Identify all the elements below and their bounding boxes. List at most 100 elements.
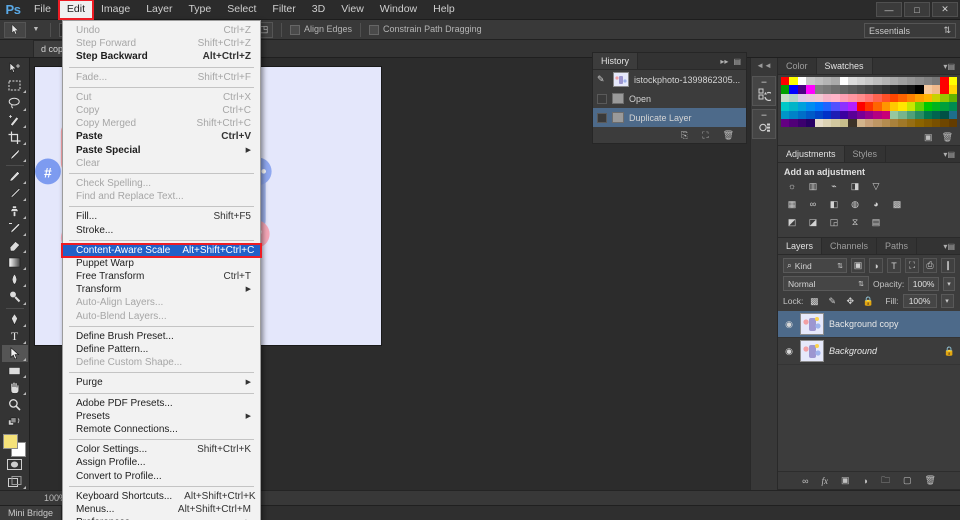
- menu-item-free-transform[interactable]: Free Transform Ctrl+T: [63, 270, 260, 283]
- adjustment-layers-filter-icon[interactable]: ◑: [869, 258, 883, 274]
- swatch[interactable]: [932, 118, 941, 128]
- swatch[interactable]: [814, 93, 823, 103]
- tab-styles[interactable]: Styles: [845, 146, 887, 163]
- swatch[interactable]: [923, 118, 933, 128]
- rectangle-shape-tool[interactable]: [2, 362, 28, 379]
- menu-help[interactable]: Help: [425, 0, 463, 19]
- menu-view[interactable]: View: [333, 0, 372, 19]
- swatch[interactable]: [864, 93, 874, 103]
- lock-position-icon[interactable]: ✥: [843, 295, 857, 308]
- swatch[interactable]: [906, 110, 916, 119]
- swatch[interactable]: [881, 102, 891, 111]
- history-entry[interactable]: Duplicate Layer: [593, 108, 746, 127]
- swatch[interactable]: [932, 85, 941, 94]
- swatch[interactable]: [789, 77, 798, 86]
- tab-paths[interactable]: Paths: [877, 238, 918, 255]
- swatch[interactable]: [831, 102, 840, 111]
- color-balance-icon[interactable]: ∞: [805, 197, 821, 211]
- history-icon[interactable]: [754, 85, 774, 103]
- swatch[interactable]: [932, 110, 941, 119]
- lasso-tool[interactable]: [2, 94, 28, 111]
- dodge-tool[interactable]: [2, 288, 28, 305]
- crop-tool[interactable]: [2, 129, 28, 146]
- new-layer-icon[interactable]: ▢: [903, 475, 912, 486]
- shape-layers-filter-icon[interactable]: ⛶: [905, 258, 919, 274]
- swatch[interactable]: [814, 102, 823, 111]
- fill-value[interactable]: 100%: [902, 294, 937, 309]
- menu-item-step-backward[interactable]: Step Backward Alt+Ctrl+Z: [63, 50, 260, 63]
- swatch[interactable]: [906, 77, 916, 86]
- swatch[interactable]: [797, 77, 807, 86]
- swatch[interactable]: [898, 93, 907, 103]
- swatch[interactable]: [831, 77, 840, 86]
- selective-color-icon[interactable]: ⧖: [847, 215, 863, 229]
- swatch[interactable]: [864, 77, 874, 86]
- new-group-icon[interactable]: 🗀: [881, 473, 890, 489]
- swatch[interactable]: [932, 77, 941, 86]
- menu-item-adobe-pdf-presets[interactable]: Adobe PDF Presets...: [63, 397, 260, 410]
- tab-color[interactable]: Color: [778, 58, 817, 74]
- menu-file[interactable]: File: [26, 0, 59, 19]
- hue-saturation-icon[interactable]: ▦: [784, 197, 800, 211]
- brush-tool[interactable]: [2, 185, 28, 202]
- curves-icon[interactable]: ⌁: [826, 179, 842, 193]
- tab-history[interactable]: History: [593, 53, 639, 69]
- swatch[interactable]: [898, 77, 907, 86]
- swatch[interactable]: [781, 77, 790, 86]
- swatch[interactable]: [797, 118, 807, 128]
- new-fill-adjustment-icon[interactable]: ◑: [863, 476, 868, 486]
- pixel-layers-filter-icon[interactable]: ▣: [851, 258, 865, 274]
- layer-style-icon[interactable]: fx: [822, 476, 829, 486]
- link-layers-icon[interactable]: ∞: [802, 476, 808, 486]
- swatch[interactable]: [873, 110, 882, 119]
- panel-menu-icon[interactable]: ▾▤: [943, 150, 955, 159]
- rectangular-marquee-tool[interactable]: [2, 77, 28, 94]
- menu-image[interactable]: Image: [93, 0, 138, 19]
- path-selection-tool[interactable]: [1, 344, 28, 362]
- history-brush-toggle[interactable]: [597, 112, 607, 123]
- swatch[interactable]: [898, 102, 907, 111]
- swatch[interactable]: [839, 118, 849, 128]
- history-entry[interactable]: ✎ istockphoto-1399862305...: [593, 70, 746, 89]
- menu-3d[interactable]: 3D: [304, 0, 333, 19]
- task-tab-mini-bridge[interactable]: Mini Bridge: [0, 506, 63, 520]
- swatch[interactable]: [822, 118, 832, 128]
- brightness-contrast-icon[interactable]: ☼: [784, 179, 800, 193]
- menu-item-puppet-warp[interactable]: Puppet Warp: [63, 257, 260, 270]
- invert-icon[interactable]: ◩: [784, 215, 800, 229]
- tool-preset-chevron-icon[interactable]: ▼: [30, 22, 42, 38]
- smart-object-filter-icon[interactable]: ⎙: [923, 258, 937, 274]
- delete-swatch-icon[interactable]: 🗑: [942, 132, 953, 143]
- lock-image-pixels-icon[interactable]: ✎: [825, 295, 839, 308]
- gradient-tool[interactable]: [2, 254, 28, 271]
- swatch[interactable]: [890, 110, 899, 119]
- swatch[interactable]: [940, 110, 949, 119]
- minimize-button[interactable]: —: [876, 2, 902, 17]
- swatch[interactable]: [906, 118, 916, 128]
- delete-icon[interactable]: 🗑: [723, 130, 734, 141]
- swatch[interactable]: [864, 118, 874, 128]
- swatch[interactable]: [789, 118, 798, 128]
- swatch[interactable]: [822, 110, 832, 119]
- gradient-map-icon[interactable]: ▤: [868, 215, 884, 229]
- swatch[interactable]: [822, 102, 832, 111]
- swatch[interactable]: [806, 85, 815, 94]
- swatch[interactable]: [856, 85, 865, 94]
- swatch[interactable]: [781, 102, 790, 111]
- swatch[interactable]: [932, 102, 941, 111]
- menu-type[interactable]: Type: [180, 0, 219, 19]
- workspace-selector[interactable]: Essentials ⇅: [864, 23, 956, 38]
- actions-icon[interactable]: [754, 118, 774, 136]
- new-snapshot-icon[interactable]: ⛶: [702, 130, 708, 141]
- black-white-icon[interactable]: ◧: [826, 197, 842, 211]
- swatch[interactable]: [781, 85, 790, 94]
- new-document-from-state-icon[interactable]: ⎘: [681, 130, 688, 141]
- swatch[interactable]: [890, 102, 899, 111]
- swatch[interactable]: [848, 85, 857, 94]
- swatch[interactable]: [898, 118, 907, 128]
- eyedropper-tool[interactable]: [2, 146, 28, 163]
- swatch[interactable]: [831, 118, 840, 128]
- history-entry[interactable]: Open: [593, 89, 746, 108]
- swatch[interactable]: [806, 93, 815, 103]
- tab-adjustments[interactable]: Adjustments: [778, 146, 845, 163]
